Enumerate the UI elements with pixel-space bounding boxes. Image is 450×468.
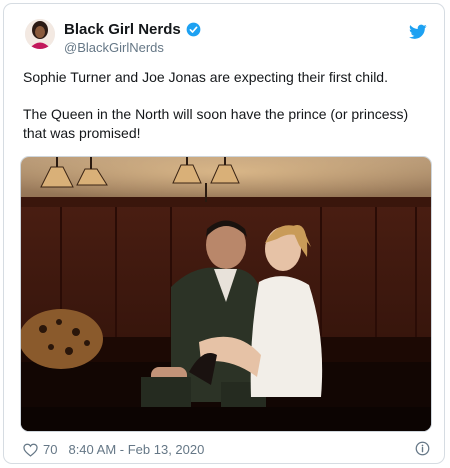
tweet-photo[interactable] bbox=[20, 156, 432, 432]
author-row: Black Girl Nerds bbox=[64, 21, 201, 38]
tweet-footer: 70 8:40 AM - Feb 13, 2020 bbox=[23, 441, 430, 457]
heart-icon[interactable] bbox=[23, 443, 38, 457]
like-count[interactable]: 70 bbox=[43, 442, 57, 457]
tweet-paragraph: The Queen in the North will soon have th… bbox=[23, 106, 409, 141]
tweet-paragraph: Sophie Turner and Joe Jonas are expectin… bbox=[23, 69, 388, 85]
tweet-text: Sophie Turner and Joe Jonas are expectin… bbox=[23, 68, 433, 143]
avatar[interactable] bbox=[25, 19, 55, 49]
twitter-bird-icon[interactable] bbox=[409, 24, 427, 40]
author-name[interactable]: Black Girl Nerds bbox=[64, 21, 181, 38]
tweet-timestamp[interactable]: 8:40 AM - Feb 13, 2020 bbox=[68, 442, 204, 457]
info-icon[interactable] bbox=[415, 441, 430, 456]
author-handle[interactable]: @BlackGirlNerds bbox=[64, 40, 164, 55]
tweet-card[interactable]: Black Girl Nerds @BlackGirlNerds Sophie … bbox=[3, 3, 445, 464]
verified-badge-icon bbox=[186, 22, 201, 37]
